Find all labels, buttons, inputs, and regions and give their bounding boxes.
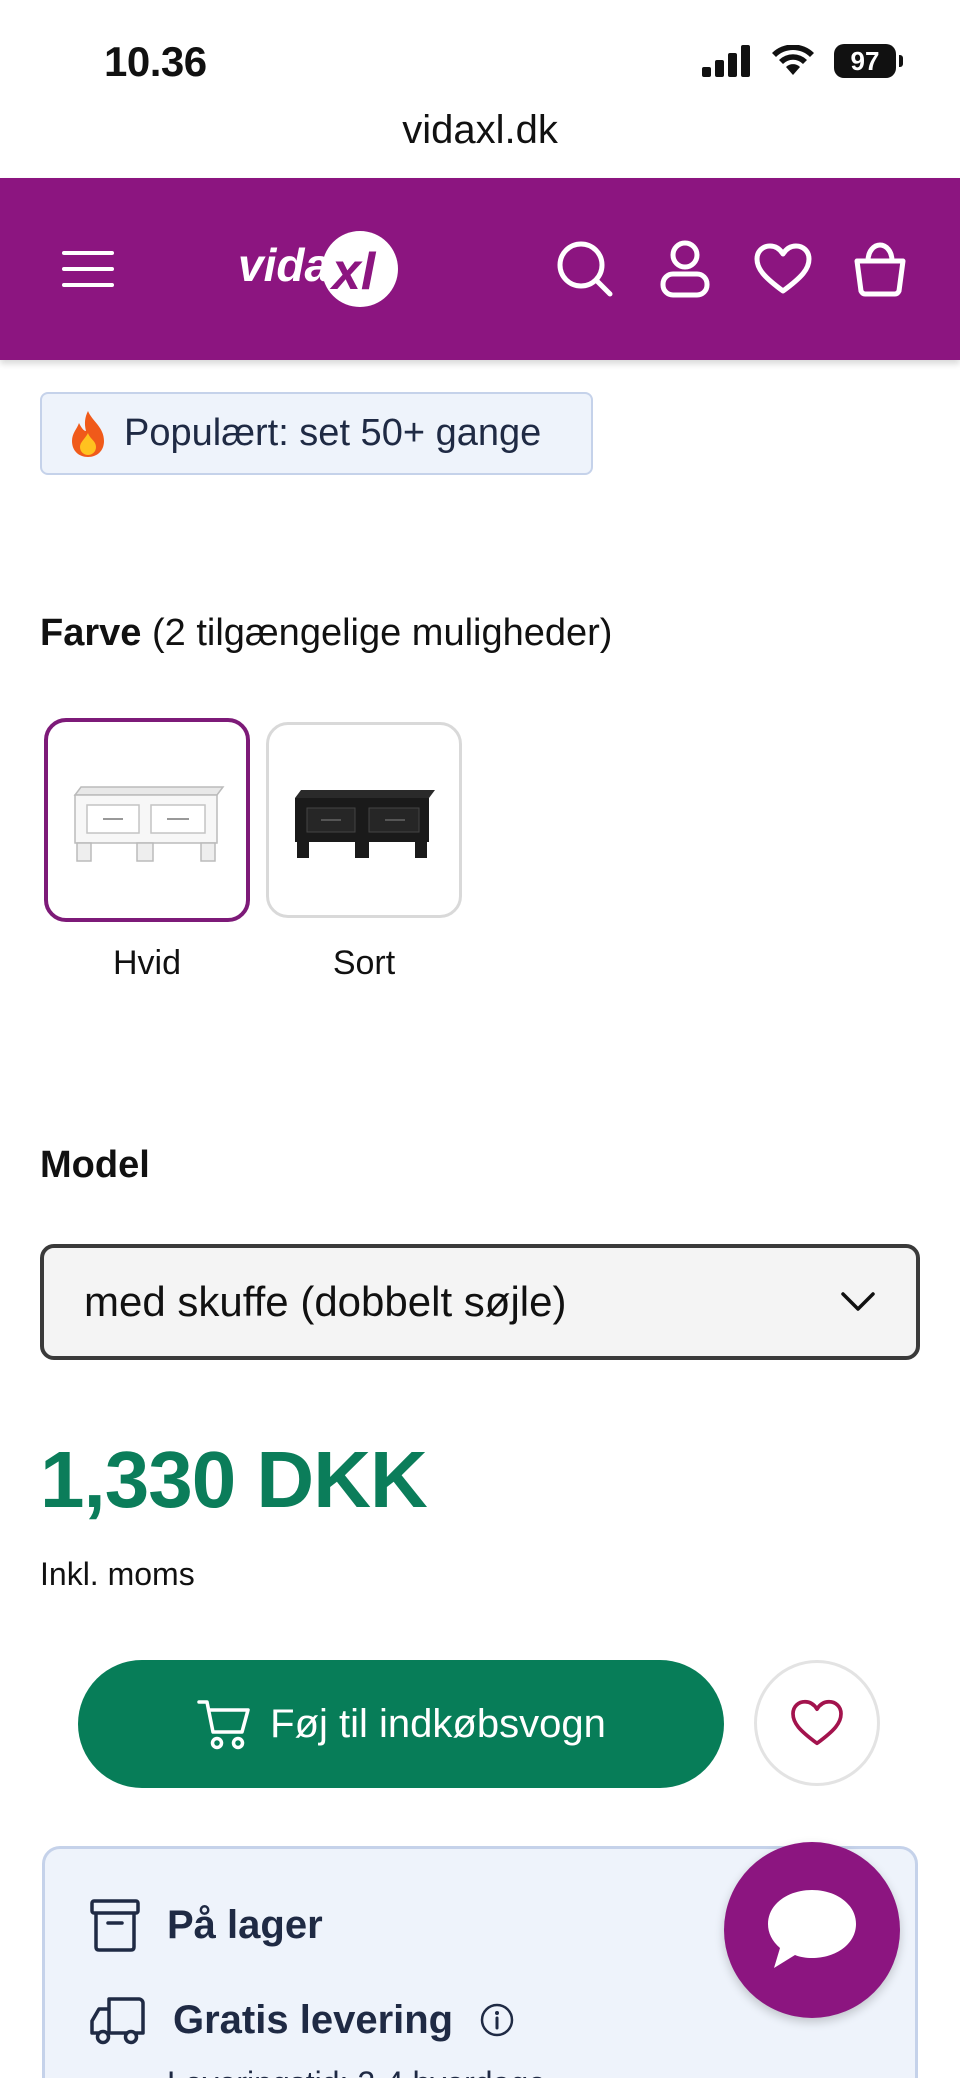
box-icon — [90, 1899, 140, 1952]
battery-indicator: 97 — [834, 44, 903, 78]
browser-url[interactable]: vidaxl.dk — [0, 108, 960, 153]
vidaxl-logo[interactable]: vida xl — [236, 226, 400, 312]
cellular-signal-icon — [702, 45, 750, 77]
color-option-label: Hvid — [112, 944, 182, 982]
fire-icon — [72, 410, 104, 457]
wifi-icon — [772, 45, 814, 75]
product-white-image — [73, 786, 225, 862]
color-label: Farve — [40, 612, 142, 654]
chat-button[interactable] — [724, 1842, 900, 2018]
free-delivery-row: Gratis levering — [89, 1995, 515, 2045]
status-time: 10.36 — [104, 38, 207, 85]
add-to-cart-button[interactable]: Føj til indkøbsvogn — [78, 1660, 724, 1788]
basket-icon[interactable] — [852, 241, 908, 297]
product-black-image — [295, 790, 435, 858]
color-options-count: (2 tilgængelige muligheder) — [151, 612, 613, 654]
chevron-down-icon — [841, 1292, 875, 1311]
color-option-label: Sort — [332, 944, 396, 982]
cart-icon — [197, 1700, 250, 1750]
vat-note: Inkl. moms — [40, 1556, 195, 1592]
svg-text:vida: vida — [238, 239, 330, 291]
add-to-wishlist-button[interactable] — [754, 1660, 880, 1786]
svg-text:xl: xl — [329, 243, 377, 301]
color-heading: Farve (2 tilgængelige muligheder) — [40, 612, 612, 655]
info-icon[interactable] — [479, 2002, 515, 2038]
add-to-cart-label: Føj til indkøbsvogn — [270, 1701, 606, 1746]
heart-icon — [791, 1699, 843, 1746]
in-stock-text: På lager — [167, 1902, 323, 1947]
model-select-value: med skuffe (dobbelt søjle) — [84, 1278, 567, 1325]
model-heading: Model — [40, 1144, 150, 1186]
menu-icon[interactable] — [62, 249, 114, 289]
search-icon[interactable] — [556, 240, 614, 298]
account-icon[interactable] — [660, 240, 710, 298]
popular-badge: Populært: set 50+ gange — [40, 392, 593, 475]
model-select[interactable]: med skuffe (dobbelt søjle) — [40, 1244, 920, 1360]
free-delivery-text: Gratis levering — [173, 1997, 454, 2042]
delivery-time-text: Leveringstid: 2-4 hverdage — [167, 2065, 546, 2078]
product-price: 1,330 DKK — [40, 1435, 428, 1524]
in-stock-row: På lager — [89, 1897, 323, 1953]
chat-bubble-icon — [768, 1890, 856, 1968]
status-icons: 97 — [702, 44, 903, 78]
color-option-hvid[interactable] — [44, 718, 250, 922]
wishlist-icon[interactable] — [754, 243, 812, 295]
status-bar: 10.36 97 — [0, 0, 960, 110]
site-header: vida xl — [0, 178, 960, 360]
color-option-sort[interactable] — [266, 722, 462, 918]
delivery-truck-icon — [90, 1997, 145, 2045]
popular-badge-text: Populært: set 50+ gange — [124, 412, 542, 454]
vidaxl-logo-mark: vida xl — [238, 231, 398, 307]
